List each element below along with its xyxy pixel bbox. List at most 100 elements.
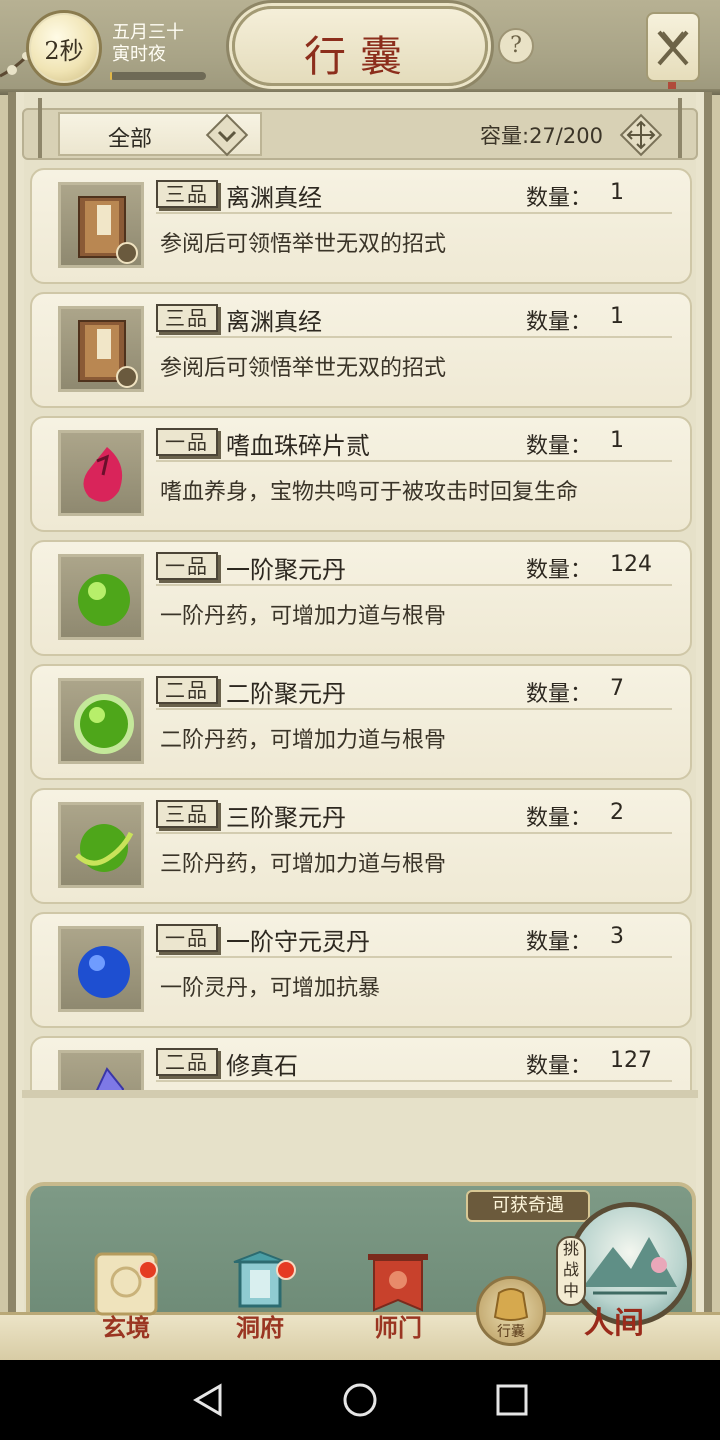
item-name: 修真石 [226, 1052, 298, 1080]
nav-tab-label: 洞府 [236, 1313, 284, 1342]
green-pill-icon [58, 554, 144, 640]
quantity-label: 数量： [526, 682, 593, 707]
grade-badge: 三品 [156, 800, 218, 828]
back-icon[interactable] [190, 1382, 226, 1418]
item-description: 一阶丹药，可增加力道与根骨 [160, 604, 447, 629]
item-divider [156, 212, 672, 214]
quantity-value: 1 [610, 428, 624, 453]
adventure-badge[interactable]: 可获奇遇 [466, 1190, 590, 1222]
quantity-value: 127 [610, 1048, 652, 1073]
list-item[interactable]: 三品 离渊真经 数量： 1 参阅后可领悟举世无双的招式 [30, 292, 692, 408]
question-icon[interactable]: ? [498, 28, 534, 64]
quantity-value: 124 [610, 552, 652, 577]
item-divider [156, 336, 672, 338]
quantity-value: 1 [610, 180, 624, 205]
bag-icon [493, 1288, 529, 1321]
item-description: 嗜血养身，宝物共鸣可于被攻击时回复生命 [160, 480, 579, 505]
item-description: 三阶丹药，可增加力道与根骨 [160, 852, 447, 877]
item-divider [156, 708, 672, 710]
close-button[interactable] [646, 12, 700, 82]
grade-badge: 三品 [156, 304, 218, 332]
list-item[interactable]: 一品 嗜血珠碎片贰 数量： 1 嗜血养身，宝物共鸣可于被攻击时回复生命 [30, 416, 692, 532]
item-description: 参阅后可领悟举世无双的招式 [160, 356, 447, 381]
quantity-label: 数量： [526, 310, 593, 335]
quantity-value: 7 [610, 676, 624, 701]
list-item[interactable]: 一品 一阶守元灵丹 数量： 3 一阶灵丹，可增加抗暴 [30, 912, 692, 1028]
filter-bar: 全部 容量:27/200 [22, 98, 698, 160]
capacity-text: 容量:27/200 [480, 124, 603, 148]
list-item[interactable]: 二品 二阶聚元丹 数量： 7 二阶丹药，可增加力道与根骨 [30, 664, 692, 780]
book-icon [58, 306, 144, 392]
green-pill-glow-icon [58, 678, 144, 764]
bar-post-right [678, 98, 682, 158]
notification-dot [138, 1260, 158, 1280]
item-divider [156, 584, 672, 586]
nav-tab-xuanjing[interactable]: 玄境 [66, 1248, 186, 1348]
quantity-label: 数量： [526, 1054, 593, 1079]
quantity-value: 1 [610, 304, 624, 329]
time-period-text: 寅时夜 [112, 44, 166, 65]
list-item[interactable]: 二品 修真石 数量： 127 [30, 1036, 692, 1090]
item-name: 三阶聚元丹 [226, 804, 346, 832]
page-title: 行囊 [303, 32, 416, 81]
quantity-label: 数量： [526, 186, 593, 211]
item-divider [156, 460, 672, 462]
nav-tab-label: 师门 [374, 1313, 422, 1342]
nav-tab-shimen[interactable]: 师门 [338, 1248, 458, 1348]
item-name: 二阶聚元丹 [226, 680, 346, 708]
list-bottom-edge [22, 1090, 698, 1098]
bag-label: 行囊 [497, 1324, 525, 1340]
crystal-icon [58, 1050, 144, 1090]
time-progress-bar [110, 72, 206, 80]
system-nav-bar [0, 1360, 720, 1440]
recents-icon[interactable] [494, 1382, 530, 1418]
world-label: 人间 [584, 1306, 644, 1341]
item-divider [156, 956, 672, 958]
bar-post-left [38, 98, 42, 158]
chevron-down-icon [205, 113, 249, 157]
timer-text: 2秒 [44, 37, 84, 65]
category-filter-dropdown[interactable]: 全部 [58, 112, 262, 157]
grade-badge: 三品 [156, 180, 218, 208]
grade-badge: 二品 [156, 676, 218, 704]
item-name: 离渊真经 [226, 308, 322, 336]
inventory-screen: 2秒 五月三十 寅时夜 行囊 ? 全部 容量:27/200 三品 离渊真经 数量… [0, 0, 720, 1360]
bottom-nav: 玄境 洞府 师门 行囊 可获奇遇 挑战中 人间 [0, 1182, 720, 1360]
close-icon [657, 30, 689, 66]
item-name: 一阶守元灵丹 [226, 928, 370, 956]
blue-pill-icon [58, 926, 144, 1012]
category-filter-value: 全部 [108, 127, 153, 152]
item-name: 嗜血珠碎片贰 [226, 432, 370, 460]
bag-button[interactable]: 行囊 [476, 1276, 546, 1346]
home-icon[interactable] [342, 1382, 378, 1418]
book-icon [58, 182, 144, 268]
list-item[interactable]: 三品 三阶聚元丹 数量： 2 三阶丹药，可增加力道与根骨 [30, 788, 692, 904]
item-description: 参阅后可领悟举世无双的招式 [160, 232, 447, 257]
list-item[interactable]: 一品 一阶聚元丹 数量： 124 一阶丹药，可增加力道与根骨 [30, 540, 692, 656]
top-header: 2秒 五月三十 寅时夜 行囊 ? [0, 0, 720, 102]
quantity-value: 2 [610, 800, 624, 825]
list-item[interactable]: 三品 离渊真经 数量： 1 参阅后可领悟举世无双的招式 [30, 168, 692, 284]
challenge-tag: 挑战中 [556, 1236, 586, 1306]
blood-shard-icon [58, 430, 144, 516]
nav-tab-dongfu[interactable]: 洞府 [200, 1248, 320, 1348]
notification-dot [276, 1260, 296, 1280]
quantity-label: 数量： [526, 434, 593, 459]
expand-capacity-icon[interactable] [618, 112, 664, 158]
quantity-label: 数量： [526, 558, 593, 583]
quantity-label: 数量： [526, 806, 593, 831]
item-divider [156, 832, 672, 834]
timer-coin[interactable]: 2秒 [26, 10, 102, 86]
grade-badge: 一品 [156, 428, 218, 456]
time-progress-fill [110, 72, 112, 80]
quantity-label: 数量： [526, 930, 593, 955]
quantity-value: 3 [610, 924, 624, 949]
item-divider [156, 1080, 672, 1082]
item-name: 一阶聚元丹 [226, 556, 346, 584]
title-plate: 行囊 [232, 6, 488, 86]
grade-badge: 二品 [156, 1048, 218, 1076]
nav-tab-label: 玄境 [102, 1313, 150, 1342]
green-pill-swirl-icon [58, 802, 144, 888]
item-list[interactable]: 三品 离渊真经 数量： 1 参阅后可领悟举世无双的招式 三品 离渊真经 数量： 1 参阅后可领悟举… [30, 168, 692, 1090]
item-name: 离渊真经 [226, 184, 322, 212]
